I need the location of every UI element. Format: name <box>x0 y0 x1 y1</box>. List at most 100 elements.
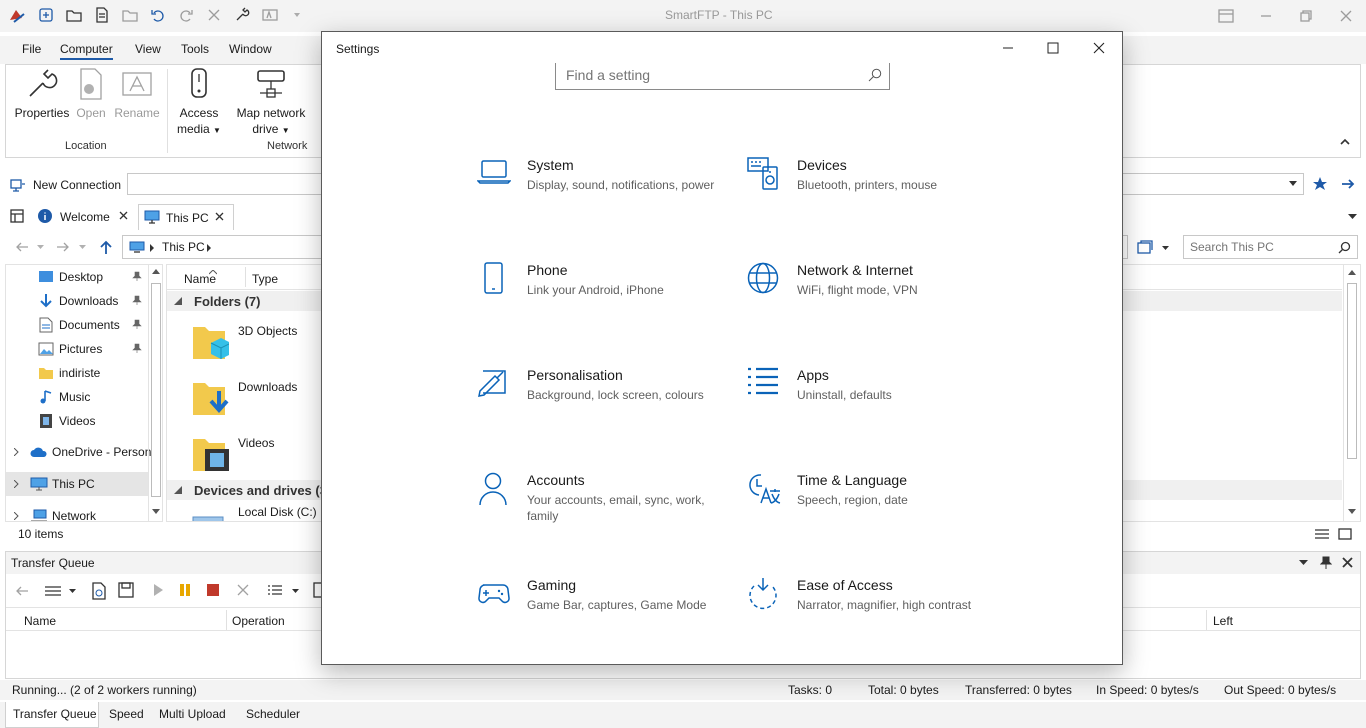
file-scrollbar[interactable] <box>1343 265 1360 521</box>
search-input[interactable] <box>1190 239 1330 255</box>
menu-file[interactable]: File <box>22 42 41 56</box>
pin-icon[interactable] <box>132 295 142 305</box>
nav-item-documents[interactable]: Documents <box>6 313 148 337</box>
folder-item-3d-objects[interactable]: 3D Objects <box>187 317 327 367</box>
tab-menu-dropdown-icon[interactable] <box>1348 214 1357 220</box>
nav-item-pictures[interactable]: Pictures <box>6 337 148 361</box>
chevron-down-icon[interactable] <box>292 589 299 594</box>
settings-tile-phone[interactable]: Phone Link your Android, iPhone <box>477 262 727 332</box>
scroll-thumb[interactable] <box>151 283 161 497</box>
settings-tile-accounts[interactable]: Accounts Your accounts, email, sync, wor… <box>477 472 727 542</box>
settings-tile-devices[interactable]: Devices Bluetooth, printers, mouse <box>747 157 997 227</box>
restore-icon[interactable] <box>1299 9 1313 23</box>
search-icon[interactable] <box>1338 241 1351 254</box>
collapse-group-icon[interactable] <box>174 297 182 305</box>
forward-history-dropdown-icon[interactable] <box>79 245 86 250</box>
pin-icon[interactable] <box>132 319 142 329</box>
nav-item-indiriste[interactable]: indiriste <box>6 361 148 385</box>
document-icon[interactable] <box>94 7 110 23</box>
collapse-ribbon-icon[interactable] <box>1339 137 1351 147</box>
chevron-down-icon[interactable] <box>1289 181 1297 187</box>
panel-menu-dropdown-icon[interactable] <box>1299 560 1308 566</box>
settings-search-input[interactable] <box>566 66 846 84</box>
nav-item-onedrive[interactable]: OneDrive - Person <box>6 440 151 464</box>
nav-item-network[interactable]: Network <box>6 505 148 521</box>
column-divider[interactable] <box>226 610 227 630</box>
add-file-icon[interactable] <box>91 582 107 600</box>
menu-tools[interactable]: Tools <box>181 42 209 56</box>
close-icon[interactable] <box>1093 42 1105 54</box>
redo-icon[interactable] <box>178 7 194 23</box>
delete-icon[interactable] <box>206 7 222 23</box>
stop-icon[interactable] <box>206 583 220 597</box>
settings-tile-time-language[interactable]: Time & Language Speech, region, date <box>747 472 997 542</box>
connect-icon[interactable] <box>38 7 54 23</box>
new-connection-button[interactable]: New Connection <box>33 178 121 192</box>
list-options-icon[interactable] <box>267 583 283 597</box>
close-panel-icon[interactable] <box>1342 557 1353 568</box>
settings-tile-ease-of-access[interactable]: Ease of Access Narrator, magnifier, high… <box>747 577 997 647</box>
map-network-drive-button[interactable]: Map network drive ▼ <box>232 67 310 139</box>
customize-dropdown-icon[interactable] <box>292 10 302 20</box>
column-divider[interactable] <box>245 267 246 287</box>
close-tab-icon[interactable] <box>215 212 224 221</box>
settings-search-box[interactable] <box>555 63 890 90</box>
new-folder-icon[interactable] <box>122 7 138 23</box>
close-tab-icon[interactable] <box>119 211 128 220</box>
access-media-button[interactable]: Access media ▼ <box>172 67 226 139</box>
save-icon[interactable] <box>118 582 134 598</box>
tab-multi-upload[interactable]: Multi Upload <box>159 707 226 721</box>
maximize-icon[interactable] <box>1047 42 1059 54</box>
menu-window[interactable]: Window <box>229 42 272 56</box>
go-arrow-icon[interactable] <box>1340 176 1356 192</box>
view-options-icon[interactable] <box>1137 240 1153 254</box>
start-icon[interactable] <box>151 583 165 597</box>
wrench-icon[interactable] <box>234 7 250 23</box>
nav-item-music[interactable]: Music <box>6 385 148 409</box>
undo-icon[interactable] <box>150 7 166 23</box>
minimize-icon[interactable] <box>1259 9 1273 23</box>
rename-icon[interactable] <box>262 7 278 23</box>
tab-transfer-queue[interactable]: Transfer Queue <box>5 702 99 728</box>
pin-icon[interactable] <box>132 271 142 281</box>
column-divider[interactable] <box>1206 610 1207 630</box>
scroll-down-icon[interactable] <box>152 509 160 515</box>
settings-tile-network[interactable]: Network & Internet WiFi, flight mode, VP… <box>747 262 997 332</box>
large-icons-view-icon[interactable] <box>1338 527 1352 541</box>
view-options-dropdown-icon[interactable] <box>1162 246 1169 251</box>
column-name[interactable]: Name <box>184 272 216 286</box>
chevron-down-icon[interactable] <box>69 589 76 594</box>
up-arrow-icon[interactable] <box>98 239 114 255</box>
minimize-icon[interactable] <box>1002 42 1014 54</box>
scroll-thumb[interactable] <box>1347 283 1357 459</box>
back-arrow-icon[interactable] <box>14 584 30 598</box>
nav-scrollbar[interactable] <box>148 265 163 521</box>
properties-button[interactable]: Properties <box>10 67 74 121</box>
column-operation[interactable]: Operation <box>232 614 285 628</box>
scroll-down-icon[interactable] <box>1348 509 1356 515</box>
search-box[interactable] <box>1183 235 1358 259</box>
open-folder-icon[interactable] <box>66 7 82 23</box>
expand-arrow-icon[interactable] <box>14 480 19 488</box>
pin-icon[interactable] <box>132 343 142 353</box>
pause-icon[interactable] <box>178 583 192 597</box>
nav-item-videos[interactable]: Videos <box>6 409 148 433</box>
settings-tile-apps[interactable]: Apps Uninstall, defaults <box>747 367 997 437</box>
column-left[interactable]: Left <box>1213 614 1233 628</box>
queue-menu-icon[interactable] <box>44 584 62 598</box>
column-type[interactable]: Type <box>252 272 278 286</box>
pin-panel-icon[interactable] <box>1320 556 1332 570</box>
remove-icon[interactable] <box>236 583 250 597</box>
details-view-icon[interactable] <box>1314 527 1330 541</box>
tab-scheduler[interactable]: Scheduler <box>246 707 300 721</box>
tab-this-pc[interactable]: This PC <box>138 204 234 230</box>
rename-button[interactable]: Rename <box>112 67 162 121</box>
scroll-up-icon[interactable] <box>1348 270 1356 276</box>
tab-list-icon[interactable] <box>10 209 24 223</box>
settings-tile-personalisation[interactable]: Personalisation Background, lock screen,… <box>477 367 727 437</box>
folder-item-downloads[interactable]: Downloads <box>187 373 327 423</box>
nav-item-desktop[interactable]: Desktop <box>6 265 148 289</box>
nav-item-downloads[interactable]: Downloads <box>6 289 148 313</box>
close-icon[interactable] <box>1339 9 1353 23</box>
menu-computer[interactable]: Computer <box>60 42 113 60</box>
